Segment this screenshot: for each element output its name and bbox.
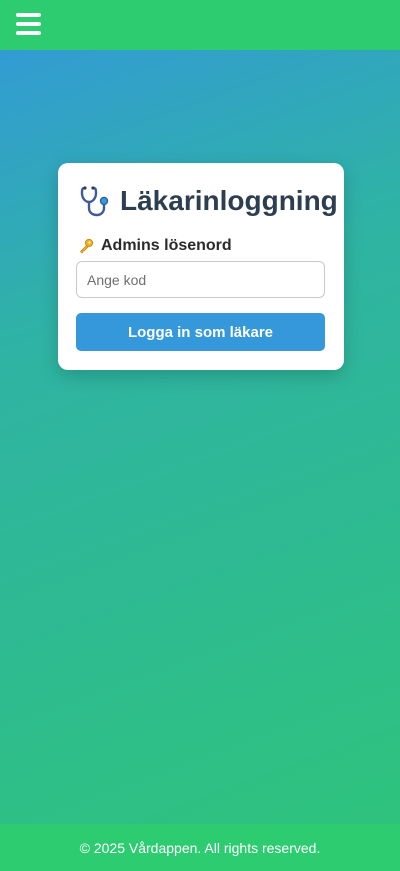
card-header: Läkarinloggning [78, 183, 338, 219]
password-label: Admins lösenord [101, 237, 232, 254]
login-card: Läkarinloggning Admins lösenord Logga in… [58, 163, 344, 370]
menu-line [16, 31, 41, 35]
copyright-text: © 2025 Vårdappen. All rights reserved. [79, 839, 321, 856]
hamburger-menu-icon[interactable] [16, 13, 41, 35]
page-title: Läkarinloggning [120, 185, 338, 216]
login-button[interactable]: Logga in som läkare [76, 313, 325, 351]
footer: © 2025 Vårdappen. All rights reserved. [0, 824, 400, 871]
menu-line [16, 13, 41, 17]
password-input[interactable] [76, 261, 325, 298]
menu-line [16, 22, 41, 26]
stethoscope-icon [80, 186, 109, 217]
top-bar [0, 0, 400, 50]
app-root: Läkarinloggning Admins lösenord Logga in… [0, 0, 400, 871]
password-label-row: Admins lösenord [78, 237, 232, 255]
key-icon [80, 238, 94, 254]
